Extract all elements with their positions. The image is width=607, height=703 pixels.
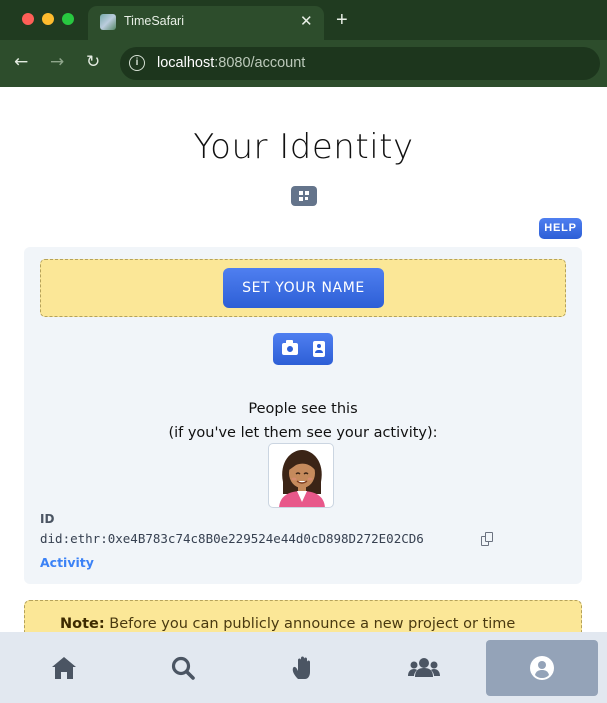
nav-contributions[interactable]: [245, 632, 366, 703]
search-icon: [171, 656, 195, 680]
site-info-icon[interactable]: i: [129, 55, 145, 71]
address-bar[interactable]: i localhost:8080/account: [120, 47, 600, 80]
nav-contacts[interactable]: [366, 632, 487, 703]
people-see-line2: (if you've let them see your activity):: [168, 425, 438, 441]
close-window-button[interactable]: [22, 13, 34, 25]
note-body: Before you can publicly announce a new p…: [104, 616, 516, 632]
bottom-navigation: [0, 632, 607, 703]
nav-profile[interactable]: [486, 640, 598, 696]
hand-icon: [292, 656, 310, 679]
forward-arrow-icon[interactable]: →: [50, 52, 64, 72]
favicon-icon: [100, 14, 116, 30]
camera-icon[interactable]: [282, 340, 298, 355]
account-page: Your Identity HELP SET YOUR NAME People …: [0, 87, 607, 703]
avatar[interactable]: [268, 443, 334, 508]
nav-search[interactable]: [124, 632, 245, 703]
tab-title: TimeSafari: [124, 14, 184, 28]
new-tab-button[interactable]: +: [336, 9, 348, 32]
url-text[interactable]: localhost:8080/account: [157, 55, 305, 71]
url-path: :8080/account: [214, 55, 306, 71]
back-arrow-icon[interactable]: ←: [14, 52, 28, 72]
home-icon: [52, 657, 76, 679]
url-host: localhost: [157, 55, 215, 71]
photo-button-group: [273, 333, 333, 365]
identity-card: SET YOUR NAME People see this (if you've…: [24, 247, 582, 584]
browser-toolbar: ← → ↻ i localhost:8080/account: [0, 40, 607, 87]
reload-icon[interactable]: ↻: [86, 52, 100, 72]
copy-icon[interactable]: [481, 532, 493, 546]
page-title: Your Identity: [193, 127, 414, 167]
browser-tab[interactable]: TimeSafari ✕: [88, 6, 324, 40]
people-see-line1: People see this: [248, 401, 358, 417]
contacts-icon: [408, 658, 440, 677]
browser-titlebar: TimeSafari ✕ +: [0, 0, 607, 40]
set-name-button[interactable]: SET YOUR NAME: [223, 268, 384, 308]
set-name-banner: SET YOUR NAME: [40, 259, 566, 317]
minimize-window-button[interactable]: [42, 13, 54, 25]
profile-icon: [530, 656, 554, 680]
qr-code-button[interactable]: [291, 186, 317, 206]
avatar-image: [279, 450, 325, 507]
id-label: ID: [40, 512, 55, 526]
help-button[interactable]: HELP: [539, 218, 582, 239]
tab-close-icon[interactable]: ✕: [300, 12, 313, 30]
visibility-explanation: People see this (if you've let them see …: [24, 397, 582, 445]
contact-card-icon[interactable]: [313, 341, 325, 357]
maximize-window-button[interactable]: [62, 13, 74, 25]
did-value: did:ethr:0xe4B783c74c8B0e229524e44d0cD89…: [40, 531, 424, 546]
note-text: Note: Before you can publicly announce a…: [60, 616, 570, 632]
activity-link[interactable]: Activity: [40, 555, 94, 570]
nav-home[interactable]: [3, 632, 124, 703]
note-label: Note:: [60, 616, 105, 632]
